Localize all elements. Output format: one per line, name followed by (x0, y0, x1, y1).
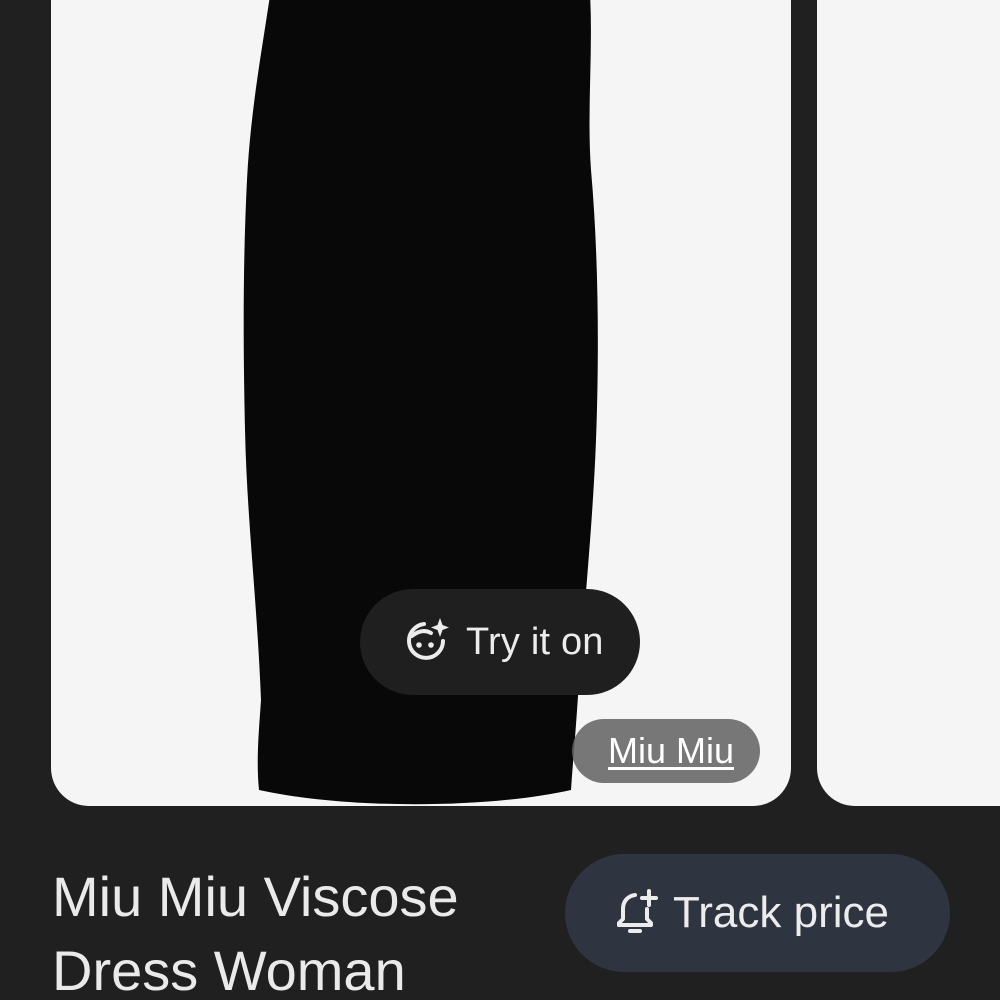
product-title: Miu Miu Viscose Dress Woman (52, 860, 552, 1000)
shopping-result-screen: Try it on Miu Miu Miu Miu Viscose Dress … (0, 0, 1000, 1000)
next-product-card[interactable] (817, 0, 1000, 806)
brand-link[interactable]: Miu Miu (572, 719, 760, 783)
track-price-button[interactable]: Track price (565, 854, 950, 972)
try-it-on-button[interactable]: Try it on (360, 589, 640, 695)
product-title-line-2: Dress Woman (52, 939, 406, 1000)
brand-link-label[interactable]: Miu Miu (608, 730, 734, 772)
bell-plus-icon (617, 889, 658, 933)
track-price-label: Track price (673, 888, 889, 937)
try-it-on-label: Try it on (466, 620, 604, 663)
face-sparkle-icon (407, 618, 449, 660)
product-title-line-1: Miu Miu Viscose (52, 865, 459, 928)
